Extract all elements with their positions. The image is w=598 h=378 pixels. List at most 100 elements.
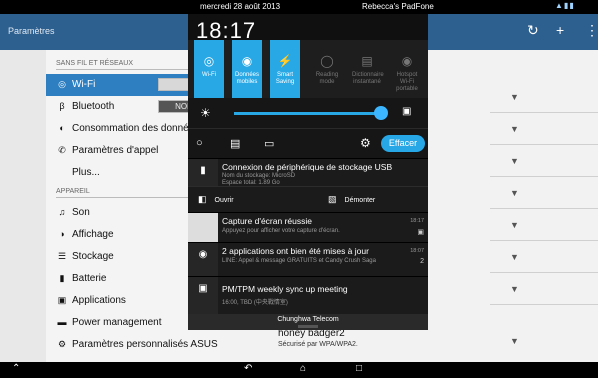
brightness-slider[interactable] xyxy=(234,112,384,115)
unmount-storage-button[interactable]: ▧ Démonter xyxy=(328,194,375,205)
equalizer-icon[interactable]: ▤ xyxy=(230,137,240,150)
tile-label: Reading mode xyxy=(315,72,339,85)
settings-item-label: Bluetooth xyxy=(72,101,115,112)
settings-item-asus-custom[interactable]: ⚙ Paramètres personnalisés ASUS xyxy=(46,334,220,356)
data-usage-icon: ◐ xyxy=(59,123,65,133)
sd-card-icon: ▮ xyxy=(188,159,218,186)
notification-count: 2 xyxy=(420,258,424,265)
settings-item-label: Power management xyxy=(72,317,162,328)
hotspot-icon: ◉ xyxy=(401,54,413,68)
settings-item-label: Affichage xyxy=(72,229,114,240)
settings-item-label: Paramètres d'appel xyxy=(72,145,159,156)
notification-item[interactable]: ▮ Connexion de périphérique de stockage … xyxy=(188,158,428,186)
wifi-refresh-icon[interactable]: ↻ xyxy=(527,22,539,39)
overflow-menu-icon[interactable]: ⋮ xyxy=(585,22,598,39)
divider xyxy=(490,304,598,305)
settings-item-label: Wi-Fi xyxy=(72,79,96,90)
notification-text: Nom du stockage: MicroSD xyxy=(222,173,296,179)
unmount-label: Démonter xyxy=(344,197,376,204)
power-icon: ▬ xyxy=(57,317,67,327)
wifi-settings-icon[interactable]: ○ xyxy=(196,137,203,149)
divider xyxy=(490,144,598,145)
tile-label: Wi-Fi xyxy=(202,72,216,78)
settings-item-label: Son xyxy=(72,207,90,218)
tile-reading-mode[interactable]: ◯ Reading mode xyxy=(312,40,342,98)
unmount-icon: ▧ xyxy=(328,194,337,204)
wifi-signal-icon: ▼ xyxy=(510,92,519,102)
settings-item-label: Batterie xyxy=(72,273,107,284)
wifi-icon: ◎ xyxy=(203,54,215,68)
wifi-icon: ◎ xyxy=(58,79,66,89)
quick-actions-row: ○ ▤ ▭ ⚙ Effacer xyxy=(188,128,428,158)
navigation-bar: ⌃ ↶ ⌂ □ xyxy=(0,362,598,378)
divider xyxy=(490,208,598,209)
notification-time: 18:17 xyxy=(410,218,424,224)
update-icon: ◉ xyxy=(188,243,218,276)
shade-drag-handle[interactable] xyxy=(298,325,318,328)
wifi-signal-icon: ▼ xyxy=(510,336,519,346)
screen-cast-icon[interactable]: ▭ xyxy=(264,137,274,150)
notification-actions: ◧ Ouvrir ▧ Démonter xyxy=(188,186,428,212)
auto-brightness-icon[interactable]: ▣ xyxy=(402,106,411,117)
mobile-data-icon: ◉ xyxy=(241,54,253,68)
divider xyxy=(490,272,598,273)
brightness-slider-handle[interactable] xyxy=(374,106,388,120)
quick-settings: ◎ Wi-Fi ◉ Données mobiles ⚡ Smart Saving… xyxy=(188,40,428,98)
settings-item-label: Consommation des données xyxy=(72,123,200,134)
tile-label: Smart Saving xyxy=(275,72,295,85)
notification-title: PM/TPM weekly sync up meeting xyxy=(222,284,348,294)
notification-item[interactable]: Capture d'écran réussie Appuyez pour aff… xyxy=(188,212,428,242)
divider xyxy=(490,112,598,113)
notification-item[interactable]: ◉ 2 applications ont bien été mises à jo… xyxy=(188,242,428,276)
gear-icon[interactable]: ⚙ xyxy=(360,136,371,150)
wifi-signal-icon: ▼ xyxy=(510,220,519,230)
settings-item-label: Paramètres personnalisés ASUS xyxy=(72,339,218,350)
sound-icon: ♫ xyxy=(58,207,66,217)
status-bar: mercredi 28 août 2013 Rebecca's PadFone … xyxy=(0,0,598,14)
tile-mobile-data[interactable]: ◉ Données mobiles xyxy=(232,40,262,98)
wifi-signal-icon: ▼ xyxy=(510,284,519,294)
clear-all-button[interactable]: Effacer xyxy=(381,135,425,152)
open-storage-button[interactable]: ◧ Ouvrir xyxy=(198,194,234,205)
battery-icon: ▮ xyxy=(59,273,65,283)
status-date: mercredi 28 août 2013 xyxy=(200,2,281,11)
wifi-network-item[interactable]: honey badger2 Sécurisé par WPA/WPA2. xyxy=(278,328,358,348)
keyboard-hide-icon[interactable]: ⌃ xyxy=(12,363,20,374)
display-icon: ◑ xyxy=(59,229,65,239)
wifi-signal-icon: ▼ xyxy=(510,188,519,198)
phone-icon: ✆ xyxy=(58,145,66,155)
bluetooth-icon: β xyxy=(59,101,65,111)
divider xyxy=(490,176,598,177)
screenshot-small-icon: ▣ xyxy=(417,229,424,236)
add-icon[interactable]: + xyxy=(556,22,564,38)
brightness-icon: ☀ xyxy=(200,106,211,120)
carrier-bar: Chunghwa Telecom xyxy=(188,314,428,330)
wifi-signal-icon: ▼ xyxy=(510,156,519,166)
system-status-icons: ▲▮▮ xyxy=(555,1,575,10)
notification-item[interactable]: ▣ PM/TPM weekly sync up meeting 16:00, T… xyxy=(188,276,428,314)
page-title: Paramètres xyxy=(8,26,55,36)
storage-icon: ☰ xyxy=(57,251,67,261)
tile-dictionary[interactable]: ▤ Dictionnaire instantané xyxy=(352,40,384,98)
tile-hotspot[interactable]: ◉ Hotspot Wi-Fi portable xyxy=(392,40,422,98)
brightness-row: ☀ ▣ xyxy=(188,98,428,128)
home-icon[interactable]: ⌂ xyxy=(300,363,306,374)
tile-wifi[interactable]: ◎ Wi-Fi xyxy=(194,40,224,98)
back-icon[interactable]: ↶ xyxy=(244,363,252,374)
notification-text: LINE: Appel & message GRATUITS et Candy … xyxy=(222,258,376,264)
notification-text: Appuyez pour afficher votre capture d'éc… xyxy=(222,228,340,234)
tile-smart-saving[interactable]: ⚡ Smart Saving xyxy=(270,40,300,98)
reading-icon: ◯ xyxy=(320,54,334,68)
tile-label: Données mobiles xyxy=(234,72,260,85)
notification-time: 18:07 xyxy=(410,248,424,254)
tile-label: Dictionnaire instantané xyxy=(352,72,384,85)
calendar-icon: ▣ xyxy=(188,277,218,314)
folder-icon: ◧ xyxy=(198,194,207,204)
wifi-network-security: Sécurisé par WPA/WPA2. xyxy=(278,341,358,348)
apps-icon: ▣ xyxy=(57,295,67,305)
smart-saving-icon: ⚡ xyxy=(277,54,293,68)
open-label: Ouvrir xyxy=(214,197,234,204)
status-device-name: Rebecca's PadFone xyxy=(362,2,434,11)
notification-shade: 18:17 ◎ Wi-Fi ◉ Données mobiles ⚡ Smart … xyxy=(188,14,428,330)
recent-apps-icon[interactable]: □ xyxy=(356,363,362,374)
